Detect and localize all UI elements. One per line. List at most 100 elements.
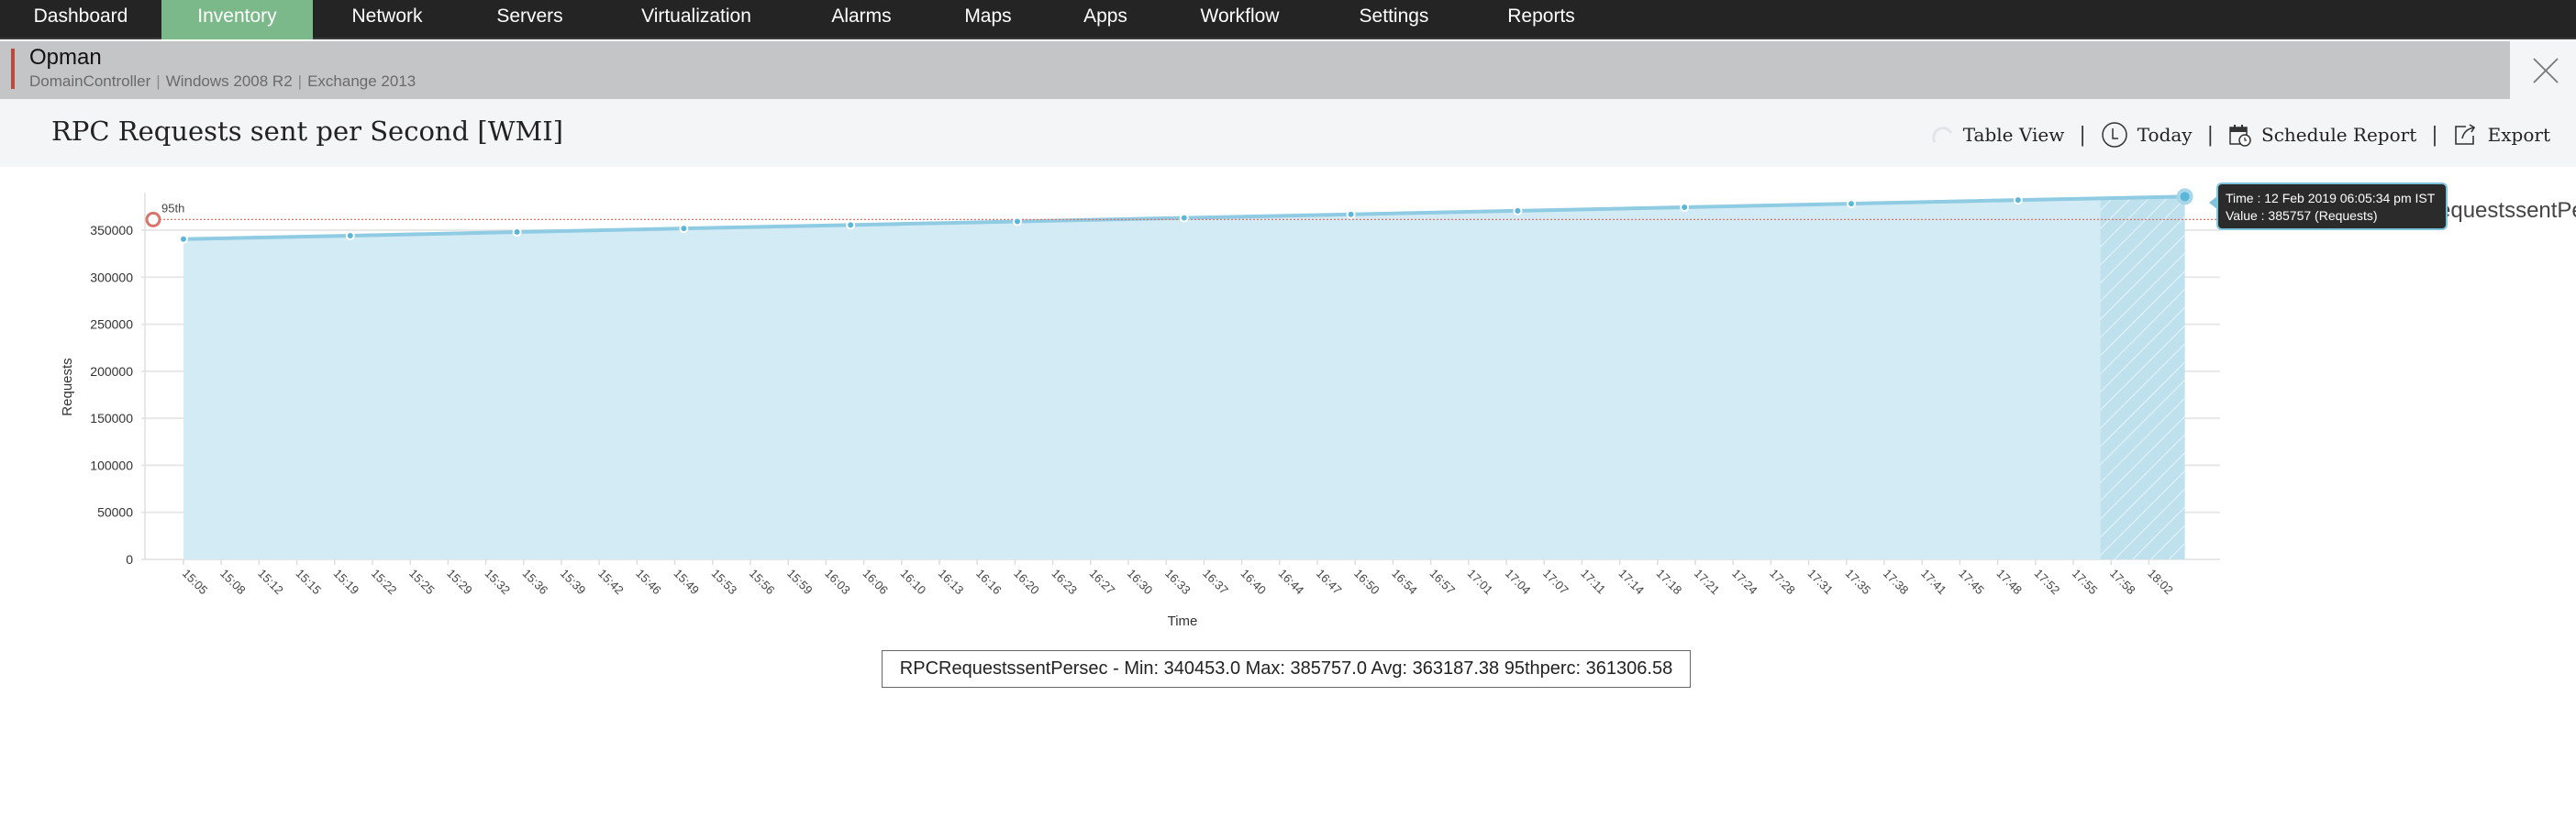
x-tick-label: 15:56 bbox=[747, 567, 778, 598]
host-type: DomainController bbox=[29, 72, 151, 90]
today-label: Today bbox=[2137, 124, 2193, 146]
data-point[interactable] bbox=[2013, 195, 2023, 205]
x-tick-label: 17:11 bbox=[1578, 567, 1608, 597]
data-point[interactable] bbox=[2176, 188, 2193, 205]
x-tick-label: 15:39 bbox=[558, 567, 589, 598]
toolbar-separator: | bbox=[2206, 123, 2215, 147]
data-point[interactable] bbox=[1680, 202, 1690, 212]
nav-item-reports[interactable]: Reports bbox=[1471, 0, 1611, 39]
x-tick-label: 17:18 bbox=[1654, 567, 1685, 598]
y-tick-label: 150000 bbox=[90, 411, 133, 426]
x-tick-label: 16:10 bbox=[898, 567, 929, 598]
nav-item-virtualization[interactable]: Virtualization bbox=[598, 0, 794, 39]
x-tick-label: 16:13 bbox=[936, 567, 967, 598]
x-tick-label: 15:22 bbox=[369, 567, 400, 598]
x-tick-label: 16:47 bbox=[1314, 567, 1345, 598]
x-tick-label: 16:33 bbox=[1162, 567, 1194, 598]
x-tick-label: 16:03 bbox=[822, 567, 853, 598]
x-tick-label: 16:57 bbox=[1427, 567, 1458, 598]
y-axis-title: Requests bbox=[60, 358, 75, 415]
y-tick-label: 0 bbox=[126, 552, 133, 567]
x-tick-label: 15:19 bbox=[331, 567, 362, 598]
x-tick-label: 16:06 bbox=[860, 567, 891, 598]
nav-item-maps[interactable]: Maps bbox=[928, 0, 1048, 39]
nav-item-network[interactable]: Network bbox=[313, 0, 461, 39]
schedule-report-button[interactable]: Schedule Report bbox=[2228, 123, 2416, 147]
nav-item-dashboard[interactable]: Dashboard bbox=[0, 0, 161, 39]
percentile-marker[interactable] bbox=[145, 211, 161, 227]
x-tick-label: 17:28 bbox=[1767, 567, 1798, 598]
data-point[interactable] bbox=[512, 227, 522, 238]
nav-item-servers[interactable]: Servers bbox=[461, 0, 598, 39]
x-tick-label: 15:42 bbox=[595, 567, 627, 598]
data-point[interactable] bbox=[1847, 199, 1856, 209]
x-tick-label: 15:08 bbox=[217, 567, 249, 598]
data-point[interactable] bbox=[1013, 216, 1022, 227]
chart-area: 0 50000 100000 150000 200000 250000 300000 3500… bbox=[0, 167, 2576, 644]
x-tick-label: 16:54 bbox=[1389, 567, 1420, 598]
chart-toolbar: Table View | Today | Schedule Report | E… bbox=[1931, 121, 2550, 149]
nav-item-inventory[interactable]: Inventory bbox=[161, 0, 313, 39]
x-tick-label: 17:31 bbox=[1804, 567, 1836, 598]
today-button[interactable]: Today bbox=[2101, 121, 2193, 149]
data-point[interactable] bbox=[1346, 209, 1356, 219]
x-tick-label: 17:04 bbox=[1503, 567, 1534, 598]
x-tick-label: 17:21 bbox=[1692, 567, 1723, 598]
schedule-report-label: Schedule Report bbox=[2261, 124, 2417, 146]
y-tick-label: 250000 bbox=[90, 317, 133, 332]
nav-item-alarms[interactable]: Alarms bbox=[794, 0, 928, 39]
page-title: RPC Requests sent per Second [WMI] bbox=[51, 116, 563, 147]
host-os: Windows 2008 R2 bbox=[165, 72, 293, 90]
chart-tooltip: Time : 12 Feb 2019 06:05:34 pm IST Value… bbox=[2209, 182, 2448, 230]
separator: | bbox=[297, 72, 303, 90]
y-tick-label: 200000 bbox=[90, 364, 133, 379]
x-tick-label: 16:50 bbox=[1351, 567, 1382, 598]
x-tick-label: 17:45 bbox=[1956, 567, 1987, 598]
host-name[interactable]: Opman bbox=[29, 45, 102, 71]
x-tick-label: 17:52 bbox=[2032, 567, 2063, 598]
hover-band bbox=[2100, 196, 2185, 559]
data-point[interactable] bbox=[179, 234, 188, 244]
data-point[interactable] bbox=[846, 220, 856, 230]
x-tick-label: 15:53 bbox=[709, 567, 740, 598]
data-point[interactable] bbox=[1179, 213, 1189, 223]
x-tick-label: 15:05 bbox=[180, 567, 211, 598]
tooltip-time: Time : 12 Feb 2019 06:05:34 pm IST bbox=[2226, 191, 2436, 205]
x-tick-label: 17:35 bbox=[1843, 567, 1874, 598]
x-tick-label: 16:20 bbox=[1011, 567, 1042, 598]
x-tick-label: 15:15 bbox=[293, 567, 324, 598]
host-header: Opman DomainController | Windows 2008 R2 | E… bbox=[0, 41, 2510, 99]
data-point[interactable] bbox=[679, 224, 689, 234]
x-tick-label: 15:49 bbox=[671, 567, 702, 598]
area-chart[interactable]: 0 50000 100000 150000 200000 250000 300000 3500… bbox=[0, 167, 2576, 644]
x-tick-label: 16:23 bbox=[1049, 567, 1080, 598]
nav-item-settings[interactable]: Settings bbox=[1316, 0, 1471, 39]
x-tick-label: 15:29 bbox=[444, 567, 475, 598]
close-button[interactable] bbox=[2525, 51, 2561, 88]
separator: | bbox=[156, 72, 161, 90]
table-view-button[interactable]: Table View bbox=[1931, 124, 2064, 146]
x-tick-label: 16:44 bbox=[1276, 567, 1307, 598]
toolbar-separator: | bbox=[2079, 123, 2086, 147]
nav-item-workflow[interactable]: Workflow bbox=[1163, 0, 1316, 39]
nav-item-apps[interactable]: Apps bbox=[1048, 0, 1163, 39]
y-tick-label: 50000 bbox=[97, 505, 133, 520]
x-tick-label: 15:36 bbox=[520, 567, 551, 598]
x-tick-label: 15:12 bbox=[255, 567, 286, 598]
data-point[interactable] bbox=[1513, 205, 1523, 216]
y-tick-label: 350000 bbox=[90, 223, 133, 238]
x-tick-label: 15:46 bbox=[633, 567, 664, 598]
tooltip-value: Value : 385757 (Requests) bbox=[2226, 208, 2378, 223]
x-tick-label: 16:27 bbox=[1087, 567, 1118, 598]
data-point[interactable] bbox=[345, 230, 355, 240]
x-tick-label: 17:55 bbox=[2070, 567, 2101, 598]
x-tick-label: 15:25 bbox=[406, 567, 438, 598]
stats-summary: RPCRequestssentPersec - Min: 340453.0 Ma… bbox=[882, 650, 1691, 688]
y-tick-label: 300000 bbox=[90, 270, 133, 284]
x-tick-label: 16:16 bbox=[973, 567, 1005, 598]
x-tick-label: 15:59 bbox=[784, 567, 816, 598]
host-accent-bar bbox=[11, 49, 15, 89]
x-tick-label: 17:38 bbox=[1881, 567, 1912, 598]
host-meta: DomainController | Windows 2008 R2 | Exchang… bbox=[29, 72, 416, 91]
export-button[interactable]: Export bbox=[2453, 123, 2550, 147]
